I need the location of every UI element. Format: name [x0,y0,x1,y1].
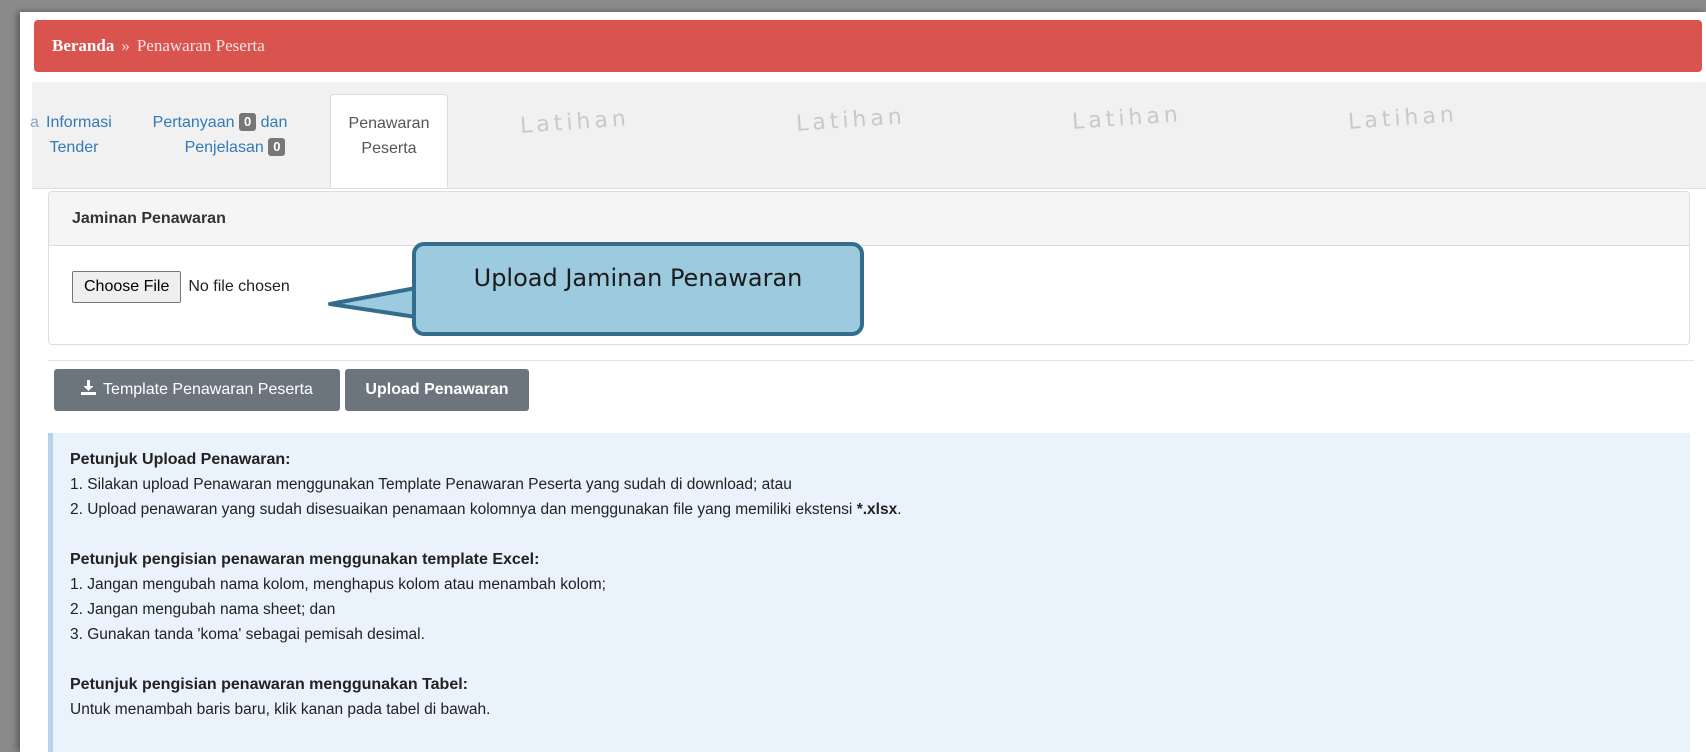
upload-step-2-end: . [897,501,902,518]
xlsx-extension: *.xlsx [856,501,898,518]
excel-step-2: 2. Jangan mengubah nama sheet; dan [70,601,336,618]
callout-text: Upload Jaminan Penawaran [473,264,803,292]
watermark: Latihan [795,104,907,137]
table-instructions-text: Untuk menambah baris baru, klik kanan pa… [70,701,491,718]
upload-step-1: 1. Silakan upload Penawaran menggunakan … [70,476,792,493]
watermark: Latihan [519,106,631,139]
upload-button-label: Upload Penawaran [365,381,509,398]
instructions-box: Petunjuk Upload Penawaran: 1. Silakan up… [48,433,1690,752]
upload-step-2: 2. Upload penawaran yang sudah disesuaik… [70,497,1690,522]
template-penawaran-button[interactable]: Template Penawaran Peserta [54,369,340,411]
browser-page: Beranda » Penawaran Peserta Latihan Lati… [20,12,1706,752]
excel-step-3: 3. Gunakan tanda 'koma' sebagai pemisah … [70,626,425,643]
download-icon [81,380,97,400]
watermark: Latihan [1071,102,1183,135]
callout-annotation: Upload Jaminan Penawaran [412,242,864,336]
excel-instructions-heading: Petunjuk pengisian penawaran menggunakan… [70,551,540,568]
excel-step-1: 1. Jangan mengubah nama kolom, menghapus… [70,576,606,593]
upload-penawaran-button[interactable]: Upload Penawaran [345,369,529,411]
upload-instructions-heading: Petunjuk Upload Penawaran: [70,451,291,468]
table-instructions-heading: Petunjuk pengisian penawaran menggunakan… [70,676,468,693]
callout-pointer-cover [350,292,412,313]
template-button-label: Template Penawaran Peserta [103,381,313,398]
watermark: Latihan [1347,102,1459,135]
upload-step-2-text: 2. Upload penawaran yang sudah disesuaik… [70,501,853,518]
